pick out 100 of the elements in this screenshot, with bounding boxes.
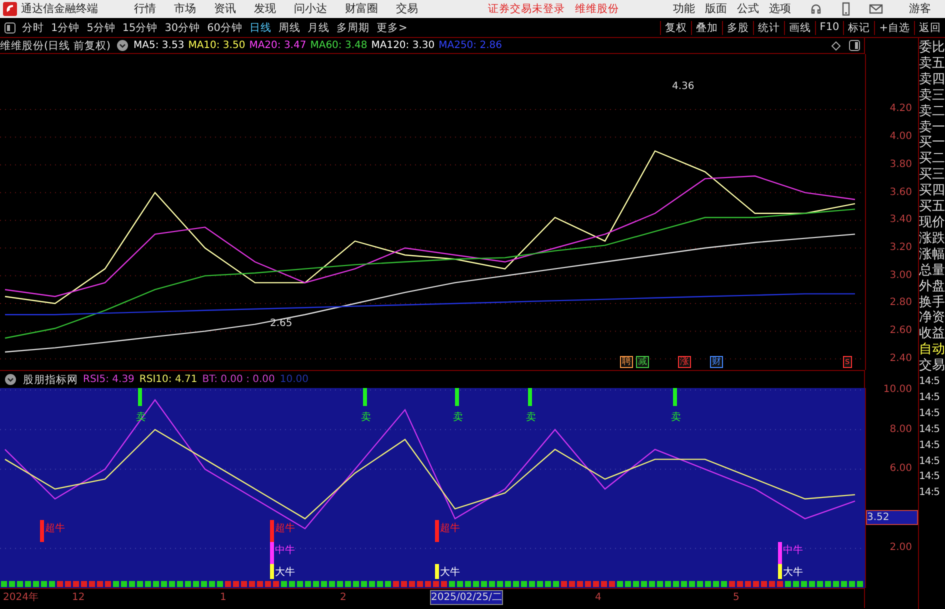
menu-item[interactable]: 公式	[737, 2, 759, 16]
indicator-value: MA10: 3.50	[188, 40, 246, 51]
axis-label: 3.60	[890, 186, 912, 199]
menu-item[interactable]: 行情	[134, 2, 156, 16]
quote-label: 委比	[919, 40, 945, 56]
indicator-value: MA250: 2.86	[438, 40, 502, 51]
period-tab[interactable]: 日线	[250, 20, 272, 34]
period-tab[interactable]: 60分钟	[207, 20, 242, 34]
menu-item[interactable]: 财富圈	[345, 2, 378, 16]
panel-icon[interactable]	[849, 40, 860, 51]
quote-label: 卖五	[919, 56, 945, 72]
period-tab[interactable]: 1分钟	[51, 20, 80, 34]
quote-label: 买二	[919, 151, 945, 168]
menu-item[interactable]: 问小达	[294, 2, 327, 16]
toolbar-button[interactable]: 画线	[784, 20, 815, 34]
menu-item[interactable]: 发现	[254, 2, 276, 16]
time-label: 14:5	[919, 470, 940, 484]
event-marker[interactable]: 涨	[678, 356, 691, 368]
indicator-value: MA60: 3.48	[310, 40, 368, 51]
toolbar-button[interactable]: 多股	[722, 20, 753, 34]
chart-title: 维维股份(日线 前复权)	[0, 38, 111, 52]
period-tab[interactable]: 分时	[22, 20, 44, 34]
sell-signal: 卖	[361, 388, 371, 423]
sell-signal: 卖	[453, 388, 463, 423]
quote-label: 收益	[919, 326, 945, 342]
toolbar-button[interactable]: 返回	[914, 20, 945, 34]
axis-label: 2	[340, 591, 346, 604]
cursor-value: 3.52	[866, 510, 918, 526]
toolbar-button[interactable]: 复权	[660, 20, 691, 34]
indicator-value: MA5: 3.53	[134, 40, 184, 51]
event-marker[interactable]: 财	[710, 356, 723, 368]
buy-signal: 大牛	[435, 564, 460, 579]
time-label: 14:5	[919, 422, 940, 437]
axis-label: 4.00	[890, 130, 912, 144]
buy-signal: 中牛	[778, 542, 803, 564]
notice-link[interactable]: 证券交易未登录	[488, 2, 565, 16]
time-label: 14:5	[919, 486, 940, 500]
time-label: 14:5	[919, 454, 940, 469]
event-marker[interactable]: 聘	[620, 356, 633, 368]
axis-label: 2.00	[890, 541, 912, 554]
indicator-value: MA120: 3.30	[371, 40, 435, 51]
axis-label: 12	[72, 591, 85, 604]
quote-label: 涨跌	[919, 230, 945, 247]
quote-label: 现价	[919, 214, 945, 231]
diamond-icon[interactable]	[831, 40, 842, 50]
quote-label: 涨幅	[919, 246, 945, 263]
axis-label: 5	[733, 591, 740, 604]
menu-item[interactable]: 版面	[705, 2, 727, 16]
quote-label: 卖一	[919, 120, 945, 136]
buy-signal: 超牛	[270, 520, 295, 542]
toolbar-button[interactable]: 叠加	[690, 20, 722, 34]
toolbar-button[interactable]: +自选	[874, 20, 914, 34]
indicator-value: MA20: 3.47	[249, 40, 306, 51]
envelope-icon[interactable]	[869, 2, 883, 16]
toolbar-button[interactable]: 标记	[843, 20, 874, 34]
app-name: 通达信金融终端	[21, 2, 98, 16]
menu-item[interactable]: 功能	[673, 2, 695, 16]
period-tab[interactable]: 15分钟	[122, 20, 158, 34]
buy-signal: 超牛	[40, 520, 65, 542]
quote-label: 总量	[919, 262, 945, 279]
period-tab[interactable]: 周线	[278, 20, 300, 34]
toolbar-button[interactable]: F10	[814, 20, 844, 34]
time-label: 14:5	[919, 438, 940, 453]
axis-label: 3.00	[890, 268, 912, 282]
indicator-value: RSI10: 4.71	[139, 374, 198, 385]
headset-icon[interactable]	[809, 2, 823, 16]
quote-label: 换手	[919, 294, 945, 310]
indicator-title: 股朋指标网	[23, 372, 78, 386]
dropdown-icon[interactable]	[5, 374, 16, 385]
period-tab[interactable]: 5分钟	[86, 20, 116, 34]
axis-label: 3.40	[890, 213, 912, 226]
buy-signal: 大牛	[270, 564, 295, 579]
period-tab[interactable]: 月线	[308, 20, 330, 34]
axis-label: 10.00	[883, 382, 912, 396]
price-label: 4.36	[672, 80, 694, 94]
user-label[interactable]: 游客	[909, 2, 931, 16]
event-marker[interactable]: 减	[636, 356, 649, 368]
period-tab[interactable]: 30分钟	[164, 20, 200, 34]
quote-label: 交易	[919, 358, 945, 374]
axis-label: 8.00	[890, 422, 912, 436]
quote-label: 外盘	[919, 278, 945, 294]
quote-label: 买三	[919, 167, 945, 184]
menu-item[interactable]: 交易	[396, 2, 418, 16]
menu-item[interactable]: 资讯	[214, 2, 236, 16]
indicator-value: RSI5: 4.39	[83, 374, 134, 385]
time-label: 14:5	[919, 390, 940, 405]
period-tab[interactable]: 更多>	[376, 20, 408, 34]
menu-item[interactable]: 选项	[769, 2, 791, 16]
sidebar-toggle-icon[interactable]	[4, 22, 16, 34]
axis-label: 3.80	[890, 158, 912, 171]
dropdown-icon[interactable]	[116, 40, 128, 51]
notice-link[interactable]: 维维股份	[575, 2, 619, 16]
axis-label: 2024年	[3, 591, 38, 604]
toolbar-button[interactable]: 统计	[752, 20, 784, 34]
period-tab[interactable]: 多周期	[336, 20, 370, 34]
menu-item[interactable]: 市场	[174, 2, 196, 16]
indicator-value: BT: 0.00 : 0.00	[202, 374, 275, 385]
axis-label: 4	[595, 591, 602, 604]
event-marker[interactable]: s	[843, 356, 852, 368]
time-label: 14:5	[919, 375, 940, 390]
